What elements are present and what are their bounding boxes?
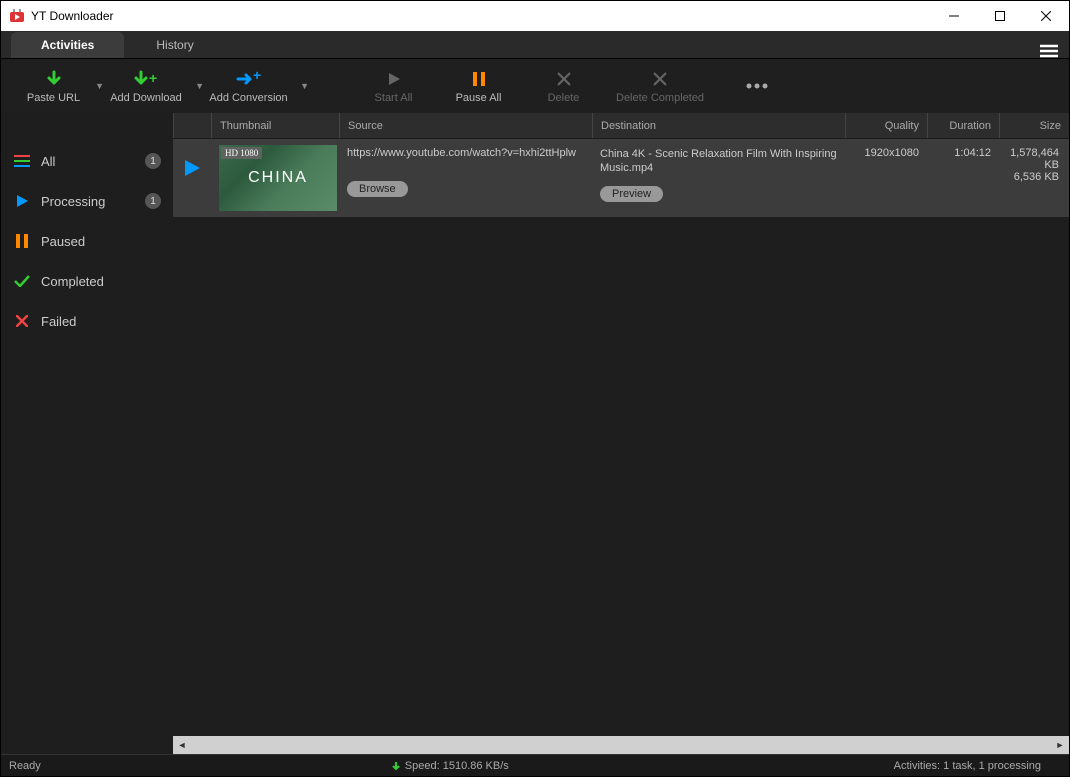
- download-arrow-icon: [391, 761, 401, 771]
- paste-url-button[interactable]: Paste URL ▼: [11, 64, 96, 108]
- sidebar-label: Paused: [41, 234, 85, 249]
- col-source[interactable]: Source: [339, 113, 592, 138]
- more-button[interactable]: [714, 71, 799, 101]
- size-total: 1,578,464 KB: [1007, 147, 1059, 171]
- maximize-button[interactable]: [977, 1, 1023, 31]
- quality-value: 1920x1080: [845, 145, 927, 159]
- count-badge: 1: [145, 153, 161, 169]
- toolbar: Paste URL ▼ + Add Download ▼ + Add Conve…: [1, 59, 1069, 113]
- play-icon: [15, 194, 29, 208]
- svg-text:+: +: [253, 70, 261, 83]
- col-duration[interactable]: Duration: [927, 113, 999, 138]
- status-speed: Speed: 1510.86 KB/s: [405, 760, 509, 772]
- tabbar: Activities History: [1, 31, 1069, 59]
- tab-activities[interactable]: Activities: [11, 32, 124, 58]
- delete-completed-button[interactable]: Delete Completed: [606, 64, 714, 108]
- play-icon: [386, 71, 402, 87]
- count-badge: 1: [145, 193, 161, 209]
- window-title: YT Downloader: [31, 9, 114, 23]
- column-headers: Thumbnail Source Destination Quality Dur…: [173, 113, 1069, 139]
- thumbnail-image: HD 1080 CHINA: [219, 145, 337, 211]
- hamburger-icon: [1040, 44, 1058, 58]
- check-icon: [14, 275, 30, 287]
- app-icon: [9, 8, 25, 24]
- tab-history[interactable]: History: [126, 32, 223, 58]
- col-thumbnail[interactable]: Thumbnail: [211, 113, 339, 138]
- play-icon[interactable]: [183, 159, 201, 177]
- sidebar-label: Completed: [41, 274, 104, 289]
- col-destination[interactable]: Destination: [592, 113, 845, 138]
- delete-completed-icon: [653, 72, 667, 86]
- x-icon: [16, 315, 28, 327]
- add-conversion-button[interactable]: + Add Conversion ▼: [196, 64, 301, 108]
- menu-button[interactable]: [1029, 44, 1069, 58]
- download-row[interactable]: HD 1080 CHINA https://www.youtube.com/wa…: [173, 139, 1069, 217]
- scroll-track[interactable]: [191, 736, 1051, 754]
- sidebar-label: Processing: [41, 194, 105, 209]
- sidebar-item-completed[interactable]: Completed: [1, 261, 173, 301]
- sidebar-item-paused[interactable]: Paused: [1, 221, 173, 261]
- pause-icon: [471, 71, 487, 87]
- titlebar: YT Downloader: [1, 1, 1069, 31]
- sidebar-item-failed[interactable]: Failed: [1, 301, 173, 341]
- source-url: https://www.youtube.com/watch?v=hxhi2ttH…: [347, 147, 584, 159]
- horizontal-scrollbar[interactable]: ◄ ►: [173, 736, 1069, 754]
- list-icon: [14, 155, 30, 167]
- statusbar: Ready Speed: 1510.86 KB/s Activities: 1 …: [1, 754, 1069, 776]
- pause-all-button[interactable]: Pause All: [436, 64, 521, 108]
- sidebar-label: Failed: [41, 314, 76, 329]
- pause-icon: [16, 234, 28, 248]
- hd-badge: HD 1080: [221, 147, 262, 159]
- close-button[interactable]: [1023, 1, 1069, 31]
- delete-icon: [557, 72, 571, 86]
- sidebar: All 1 Processing 1 Paused Completed Fail…: [1, 113, 173, 754]
- chevron-down-icon[interactable]: ▼: [300, 81, 309, 91]
- status-activities: Activities: 1 task, 1 processing: [894, 760, 1041, 772]
- thumbnail-text: CHINA: [248, 169, 308, 187]
- destination-filename: China 4K - Scenic Relaxation Film With I…: [600, 147, 837, 176]
- minimize-button[interactable]: [931, 1, 977, 31]
- duration-value: 1:04:12: [927, 145, 999, 159]
- dots-icon: [745, 82, 769, 90]
- sidebar-item-processing[interactable]: Processing 1: [1, 181, 173, 221]
- status-ready: Ready: [9, 760, 61, 772]
- start-all-button[interactable]: Start All: [351, 64, 436, 108]
- add-download-button[interactable]: + Add Download ▼: [96, 64, 196, 108]
- scroll-right-icon[interactable]: ►: [1051, 736, 1069, 754]
- download-plus-icon: +: [134, 70, 158, 88]
- browse-button[interactable]: Browse: [347, 181, 408, 197]
- preview-button[interactable]: Preview: [600, 186, 663, 202]
- svg-text:+: +: [149, 70, 157, 86]
- col-quality[interactable]: Quality: [845, 113, 927, 138]
- delete-button[interactable]: Delete: [521, 64, 606, 108]
- convert-plus-icon: +: [236, 70, 262, 88]
- download-arrow-icon: [45, 70, 63, 88]
- sidebar-item-all[interactable]: All 1: [1, 141, 173, 181]
- size-done: 6,536 KB: [1007, 171, 1059, 183]
- scroll-left-icon[interactable]: ◄: [173, 736, 191, 754]
- sidebar-label: All: [41, 154, 55, 169]
- col-size[interactable]: Size: [999, 113, 1069, 138]
